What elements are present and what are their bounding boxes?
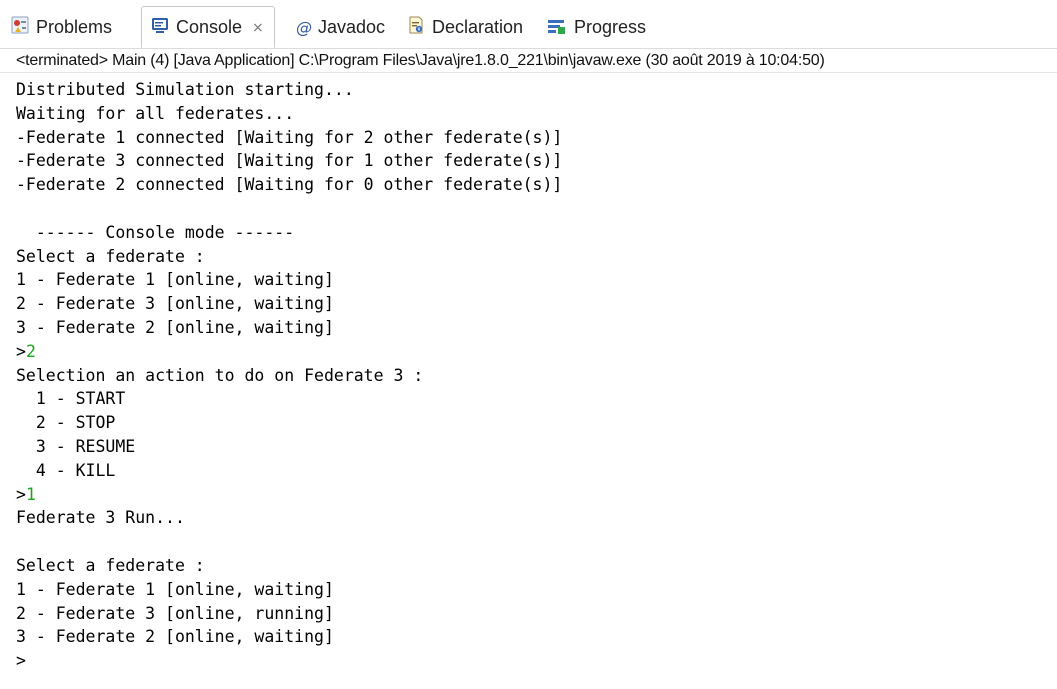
tab-label: Progress (574, 16, 647, 37)
console-line: Select a federate : (16, 555, 205, 575)
console-line: 3 - RESUME (16, 436, 136, 456)
console-view: Problems Console ⨯ @ Javadoc Declaration… (0, 0, 1057, 689)
process-status-line: <terminated> Main (4) [Java Application]… (0, 49, 1057, 73)
console-line: -Federate 2 connected [Waiting for 0 oth… (16, 175, 563, 195)
console-line: Selection an action to do on Federate 3 … (16, 365, 424, 385)
console-line: -Federate 1 connected [Waiting for 2 oth… (16, 127, 563, 147)
console-user-input: 1 (25, 484, 36, 504)
tab-javadoc[interactable]: @ Javadoc (296, 8, 385, 46)
console-line: 3 - Federate 2 [online, waiting] (16, 627, 334, 647)
console-input-line: > (16, 649, 1046, 673)
console-line: ------ Console mode ------ (16, 222, 295, 242)
console-line: 1 - Federate 1 [online, waiting] (16, 579, 334, 599)
console-output[interactable]: Distributed Simulation starting... Waitin… (16, 78, 1046, 683)
console-prompt: > (16, 341, 26, 361)
tab-declaration[interactable]: Declaration (406, 8, 523, 46)
console-line: 2 - STOP (16, 413, 116, 433)
close-icon[interactable]: ⨯ (252, 19, 264, 36)
console-input-line: >2 (16, 340, 1046, 364)
console-line: 1 - START (16, 389, 126, 409)
problems-icon (10, 15, 30, 40)
declaration-icon (406, 15, 426, 40)
console-user-input: 2 (25, 341, 36, 361)
console-line: 1 - Federate 1 [online, waiting] (16, 270, 334, 290)
tab-console[interactable]: Console ⨯ (141, 6, 275, 48)
tab-label: Javadoc (318, 16, 386, 37)
console-line: 3 - Federate 2 [online, waiting] (16, 317, 334, 337)
console-prompt: > (16, 651, 26, 671)
console-line: Waiting for all federates... (16, 103, 295, 123)
console-input-line: >1 (16, 483, 1046, 507)
console-line: Select a federate : (16, 246, 205, 266)
console-icon (150, 15, 170, 40)
console-line: 2 - Federate 3 [online, running] (16, 603, 334, 623)
progress-icon (546, 15, 568, 40)
tab-progress[interactable]: Progress (546, 8, 646, 46)
tab-label: Console (176, 16, 243, 37)
view-tab-bar: Problems Console ⨯ @ Javadoc Declaration… (0, 0, 1057, 49)
console-line: 2 - Federate 3 [online, waiting] (16, 294, 334, 314)
tab-problems[interactable]: Problems (10, 8, 112, 46)
tab-label: Problems (36, 16, 113, 37)
console-line: -Federate 3 connected [Waiting for 1 oth… (16, 151, 563, 171)
console-line: Federate 3 Run... (16, 508, 185, 528)
console-line: Distributed Simulation starting... (16, 80, 354, 99)
console-line: 4 - KILL (16, 460, 116, 480)
javadoc-icon: @ (296, 17, 312, 37)
console-prompt: > (16, 484, 26, 504)
tab-label: Declaration (432, 16, 524, 37)
